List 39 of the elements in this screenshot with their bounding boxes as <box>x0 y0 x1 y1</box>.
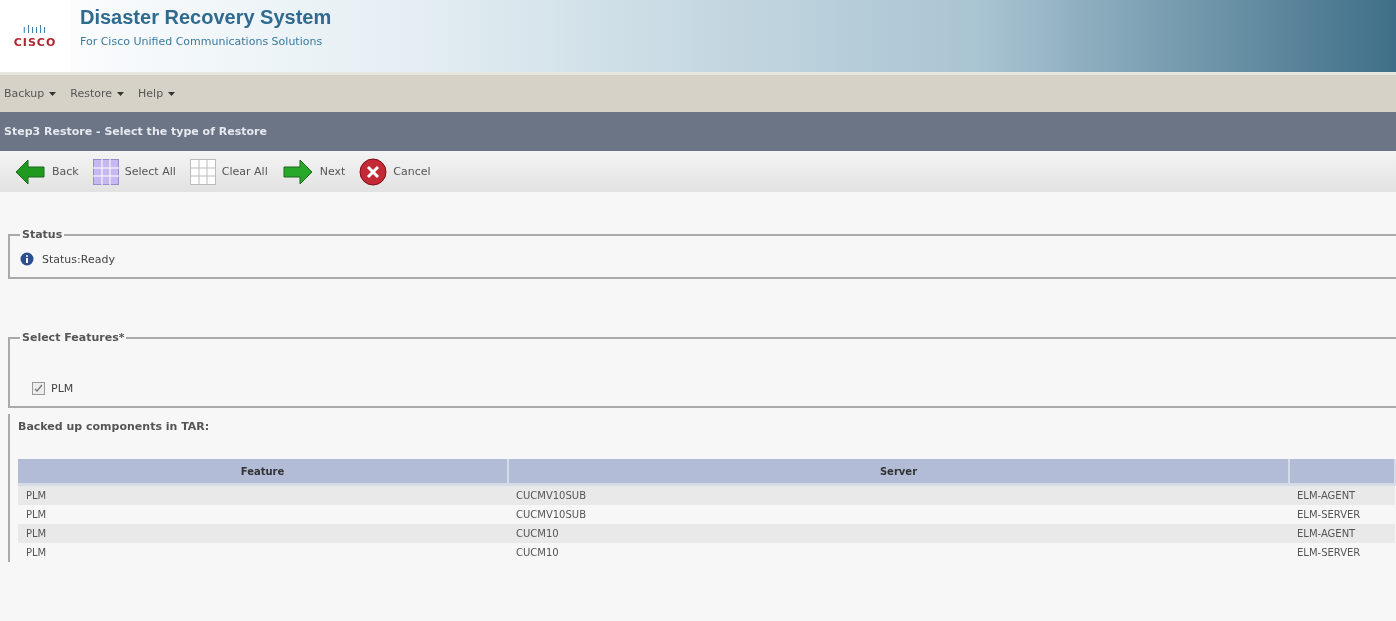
caret-icon <box>49 91 57 96</box>
status-text: Status:Ready <box>42 252 115 266</box>
checkbox[interactable] <box>32 381 45 395</box>
checkbox-label: PLM <box>51 381 74 395</box>
back-arrow-icon <box>14 157 46 186</box>
table-cell: CUCM10 <box>508 524 1289 543</box>
app-title: Disaster Recovery System <box>80 6 332 29</box>
caret-icon <box>117 91 125 96</box>
table-cell: ELM-AGENT <box>1289 484 1395 505</box>
toolbar-button[interactable]: Clear All <box>185 158 272 185</box>
page-title: Step3 Restore - Select the type of Restore <box>4 125 267 138</box>
grid-icon <box>189 158 216 185</box>
cancel-icon <box>359 157 388 186</box>
table-cell: PLM <box>18 484 508 505</box>
logo-text: CISCO <box>13 36 57 49</box>
toolbar-button[interactable]: Next <box>277 157 350 186</box>
next-arrow-icon <box>281 157 314 186</box>
table-cell: CUCMV10SUB <box>508 484 1289 505</box>
toolbar-button[interactable]: Cancel <box>355 157 435 186</box>
toolbar-button[interactable]: Back <box>10 157 83 186</box>
section-legend: Status <box>20 228 65 241</box>
menu-item[interactable]: Backup <box>4 87 57 100</box>
column-header: Feature <box>18 459 508 485</box>
caret-icon <box>168 91 176 96</box>
table-cell: ELM-AGENT <box>1289 524 1395 543</box>
menu-item[interactable]: Help <box>138 87 176 100</box>
table-cell: CUCMV10SUB <box>508 505 1289 524</box>
grid-icon <box>92 158 119 185</box>
section-legend: Select Features* <box>20 331 127 344</box>
toolbar-button[interactable]: Select All <box>88 158 180 185</box>
table-cell: PLM <box>18 524 508 543</box>
logo-mark: ılıılı <box>22 23 48 36</box>
app-subtitle: For Cisco Unified Communications Solutions <box>80 35 324 48</box>
table-cell: ELM-SERVER <box>1289 505 1395 524</box>
table-cell: PLM <box>18 505 508 524</box>
info-icon <box>20 252 34 266</box>
column-header: Server <box>508 459 1289 485</box>
table-caption: Backed up components in TAR: <box>18 420 210 433</box>
menu-item[interactable]: Restore <box>70 87 125 100</box>
